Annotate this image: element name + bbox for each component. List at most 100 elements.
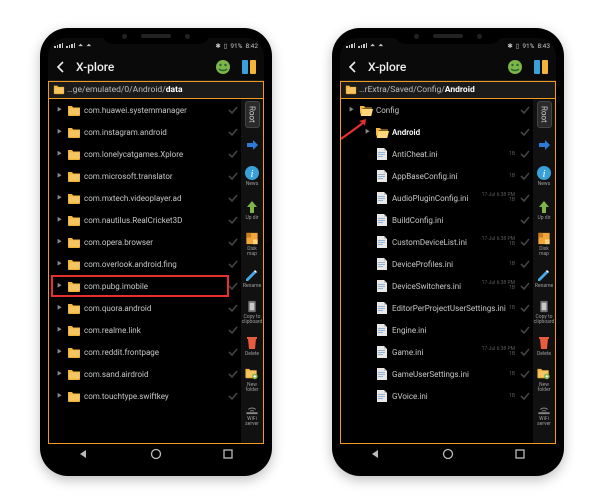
folder-row[interactable]: com.nautilus.RealCricket3D — [49, 209, 241, 231]
checkbox[interactable] — [227, 390, 239, 402]
checkbox[interactable] — [227, 170, 239, 182]
checkbox[interactable] — [519, 258, 531, 270]
root-tab[interactable]: Root — [245, 101, 260, 128]
checkbox[interactable] — [227, 148, 239, 160]
checkbox[interactable] — [519, 170, 531, 182]
checkbox[interactable] — [227, 104, 239, 116]
tool-copyclip[interactable]: Copy to clipboard — [242, 299, 262, 325]
nav-back[interactable] — [78, 445, 90, 464]
checkbox[interactable] — [519, 390, 531, 402]
nav-back[interactable] — [370, 445, 382, 464]
tool-newfolder[interactable]: New folder — [534, 367, 554, 393]
checkbox[interactable] — [519, 302, 531, 314]
nav-recent[interactable] — [222, 445, 234, 464]
file-list[interactable]: Config Android AntiCheat.ini 1B AppBaseC… — [341, 99, 533, 443]
checkbox[interactable] — [519, 236, 531, 248]
tool-newfolder[interactable]: New folder — [242, 367, 262, 393]
breadcrumb[interactable]: …ge/emulated/0/Android/data — [48, 81, 264, 99]
file-row[interactable]: GameUserSettings.ini 1B — [357, 363, 533, 385]
checkbox[interactable] — [519, 126, 531, 138]
tool-copyclip[interactable]: Copy to clipboard — [534, 299, 554, 325]
checkbox[interactable] — [519, 192, 531, 204]
checkbox[interactable] — [519, 104, 531, 116]
tool-news[interactable]: News — [534, 163, 554, 189]
header-icon-panes[interactable] — [240, 58, 258, 76]
breadcrumb[interactable]: …rExtra/Saved/Config/Android — [340, 81, 556, 99]
file-row[interactable]: GVoice.ini 1B — [357, 385, 533, 407]
folder-row[interactable]: com.overlook.android.fing — [49, 253, 241, 275]
tool-diskmap[interactable]: Disk map — [534, 231, 554, 257]
tool-diskmap[interactable]: Disk map — [242, 231, 262, 257]
checkbox[interactable] — [227, 214, 239, 226]
file-row[interactable]: AntiCheat.ini 1B — [357, 143, 533, 165]
root-tab[interactable]: Root — [537, 101, 552, 128]
folder-row[interactable]: com.lonelycatgames.Xplore — [49, 143, 241, 165]
battery-icon: ▯ — [516, 42, 520, 50]
checkbox[interactable] — [519, 324, 531, 336]
file-row[interactable]: Game.ini 17-Jul 6:38 PM1B — [357, 341, 533, 363]
folder-row[interactable]: com.huawei.systemmanager — [49, 99, 241, 121]
tool-delete[interactable]: Delete — [534, 333, 554, 359]
tool-updir[interactable]: Up dir — [242, 197, 262, 223]
checkbox[interactable] — [227, 236, 239, 248]
item-name: com.reddit.frontpage — [84, 348, 227, 357]
folder-row[interactable]: com.microsoft.translator — [49, 165, 241, 187]
checkbox[interactable] — [519, 148, 531, 160]
file-icon — [375, 280, 389, 292]
file-row[interactable]: AudioPluginConfig.ini 17-Jul 6:38 PM1B — [357, 187, 533, 209]
checkbox[interactable] — [227, 368, 239, 380]
nav-home[interactable] — [150, 445, 162, 464]
folder-row[interactable]: com.realme.link — [49, 319, 241, 341]
folder-row[interactable]: com.quora.android — [49, 297, 241, 319]
checkbox[interactable] — [227, 346, 239, 358]
tool-rename[interactable]: Rename — [242, 265, 262, 291]
file-row[interactable]: CustomDeviceList.ini 17-Jul 6:38 PM1B — [357, 231, 533, 253]
file-row[interactable]: EditorPerProjectUserSettings.ini 1B — [357, 297, 533, 319]
file-list[interactable]: com.huawei.systemmanager com.instagram.a… — [49, 99, 241, 443]
tool-rename[interactable]: Rename — [534, 265, 554, 291]
swap-panel-icon[interactable] — [538, 136, 550, 155]
checkbox[interactable] — [227, 302, 239, 314]
folder-row[interactable]: com.opera.browser — [49, 231, 241, 253]
file-row[interactable]: AppBaseConfig.ini 1B — [357, 165, 533, 187]
checkbox[interactable] — [227, 280, 239, 292]
checkbox[interactable] — [227, 126, 239, 138]
header-icon-face[interactable] — [506, 58, 524, 76]
tool-wifi[interactable]: WiFi server — [242, 401, 262, 427]
folder-row[interactable]: com.reddit.frontpage — [49, 341, 241, 363]
file-row[interactable]: Engine.ini — [357, 319, 533, 341]
checkbox[interactable] — [519, 214, 531, 226]
checkbox[interactable] — [519, 280, 531, 292]
tool-wifi[interactable]: WiFi server — [534, 401, 554, 427]
checkbox[interactable] — [519, 346, 531, 358]
tool-news[interactable]: News — [242, 163, 262, 189]
header-icon-panes[interactable] — [532, 58, 550, 76]
item-meta: 1B — [509, 143, 515, 165]
folder-row[interactable]: com.sand.airdroid — [49, 363, 241, 385]
checkbox[interactable] — [519, 368, 531, 380]
nav-recent[interactable] — [514, 445, 526, 464]
folder-row[interactable]: com.mxtech.videoplayer.ad — [49, 187, 241, 209]
item-name: com.instagram.android — [84, 128, 227, 137]
item-name: com.nautilus.RealCricket3D — [84, 216, 227, 225]
checkbox[interactable] — [227, 192, 239, 204]
file-row[interactable]: BuildConfig.ini — [357, 209, 533, 231]
nav-bar — [340, 444, 556, 464]
folder-row[interactable]: Android — [357, 121, 533, 143]
folder-row[interactable]: Config — [341, 99, 533, 121]
back-button[interactable] — [346, 60, 360, 74]
folder-row[interactable]: com.touchtype.swiftkey — [49, 385, 241, 407]
tool-updir[interactable]: Up dir — [534, 197, 554, 223]
file-row[interactable]: DeviceProfiles.ini 1B — [357, 253, 533, 275]
swap-panel-icon[interactable] — [246, 136, 258, 155]
folder-row[interactable]: com.pubg.imobile — [49, 275, 241, 297]
tool-delete[interactable]: Delete — [242, 333, 262, 359]
back-button[interactable] — [54, 60, 68, 74]
header-icon-face[interactable] — [214, 58, 232, 76]
checkbox[interactable] — [227, 324, 239, 336]
nav-home[interactable] — [442, 445, 454, 464]
folder-row[interactable]: com.instagram.android — [49, 121, 241, 143]
checkbox[interactable] — [227, 258, 239, 270]
file-row[interactable]: DeviceSwitchers.ini 17-Jul 6:38 PM1B — [357, 275, 533, 297]
folder-icon — [375, 126, 389, 138]
